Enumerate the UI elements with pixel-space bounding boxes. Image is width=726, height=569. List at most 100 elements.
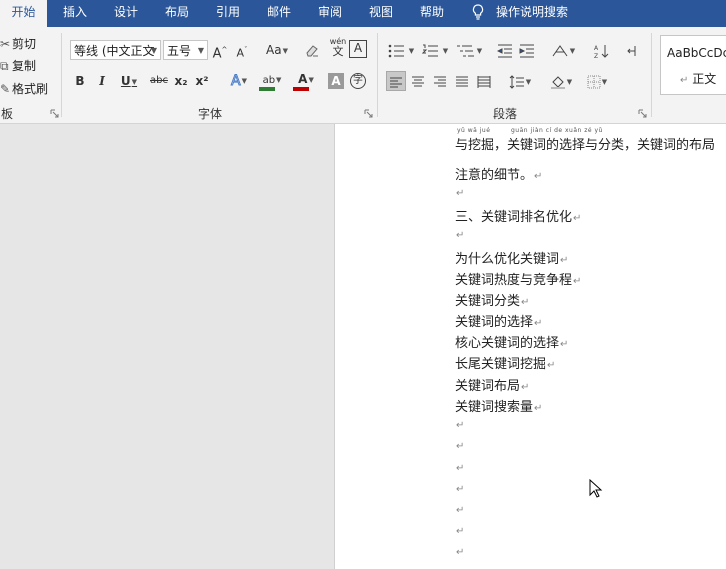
highlight-color-button[interactable]: ab▼ bbox=[257, 69, 287, 91]
chinese-layout-button[interactable]: ▼ bbox=[548, 40, 578, 60]
phonetic-guide-button[interactable]: wén 文 bbox=[328, 37, 348, 63]
document-line[interactable]: 关键词搜索量↵ bbox=[455, 396, 542, 415]
document-line[interactable]: ↵ bbox=[455, 227, 464, 242]
font-name-select[interactable]: 等线 (中文正文 ▼ bbox=[70, 40, 161, 60]
line-text: 三、关键词排名优化 bbox=[455, 210, 573, 225]
clipboard-launcher-icon[interactable] bbox=[50, 109, 59, 118]
svg-text:A: A bbox=[594, 45, 599, 52]
document-line[interactable]: 关键词热度与竞争程↵ bbox=[455, 269, 581, 288]
increase-indent-button[interactable] bbox=[518, 40, 536, 60]
paragraph-mark-icon bbox=[627, 45, 636, 56]
align-right-button[interactable] bbox=[430, 71, 450, 91]
tab-view[interactable]: 视图 bbox=[361, 0, 401, 27]
paragraph-mark-icon: ↵ bbox=[534, 318, 543, 329]
tell-me-search[interactable]: 操作说明搜索 bbox=[496, 0, 576, 27]
chevron-down-icon: ▼ bbox=[476, 46, 483, 55]
paragraph-mark-icon: ↵ bbox=[456, 463, 465, 474]
justify-button[interactable] bbox=[452, 71, 472, 91]
paragraph-mark-icon: ↵ bbox=[456, 420, 465, 431]
document-line[interactable]: ↵ bbox=[455, 544, 464, 559]
multilevel-list-button[interactable]: ▼ bbox=[454, 40, 484, 60]
paragraph-mark-icon: ↵ bbox=[456, 484, 465, 495]
shrink-font-button[interactable]: Aˇ bbox=[234, 40, 250, 60]
chevron-down-icon: ▼ bbox=[569, 46, 576, 55]
font-color-button[interactable]: A▼ bbox=[292, 69, 320, 91]
cut-button[interactable]: ✂ 剪切 bbox=[0, 35, 36, 52]
tab-mailings[interactable]: 邮件 bbox=[259, 0, 299, 27]
chevron-down-icon: ▼ bbox=[276, 75, 282, 84]
document-line[interactable]: 关键词布局↵ bbox=[455, 375, 529, 394]
align-center-button[interactable] bbox=[408, 71, 428, 91]
tab-references[interactable]: 引用 bbox=[208, 0, 248, 27]
superscript-button[interactable]: x² bbox=[193, 71, 211, 91]
chevron-down-icon: ▼ bbox=[241, 77, 247, 85]
line-spacing-button[interactable]: ▼ bbox=[505, 71, 535, 91]
document-margin-area bbox=[0, 124, 334, 569]
paragraph-mark-icon: ↵ bbox=[456, 230, 465, 241]
font-color-swatch bbox=[293, 87, 309, 91]
shading-button[interactable]: ▼ bbox=[546, 71, 576, 91]
chevron-down-icon: ▼ bbox=[197, 46, 204, 55]
document-line[interactable]: 三、关键词排名优化↵ bbox=[455, 206, 581, 225]
document-line[interactable]: 为什么优化关键词↵ bbox=[455, 248, 568, 267]
document-line[interactable]: 核心关键词的选择↵ bbox=[455, 332, 568, 351]
bold-button[interactable]: B bbox=[72, 71, 88, 91]
change-case-button[interactable]: Aa▼ bbox=[262, 40, 292, 60]
document-line[interactable]: 关键词分类↵ bbox=[455, 290, 529, 309]
copy-button[interactable]: ⧉ 复制 bbox=[0, 57, 36, 74]
document-page[interactable]: yǔ wā jué guān jiàn cí de xuǎn zé yǔ 与挖掘… bbox=[334, 124, 726, 569]
document-line[interactable]: ↵ bbox=[455, 523, 464, 538]
paragraph-launcher-icon[interactable] bbox=[638, 109, 647, 118]
enclose-characters-button[interactable]: 字 bbox=[349, 71, 367, 91]
highlight-color-swatch bbox=[259, 87, 275, 91]
justify-icon bbox=[456, 76, 468, 86]
tab-insert[interactable]: 插入 bbox=[55, 0, 95, 27]
multilevel-list-icon bbox=[456, 45, 474, 56]
chevron-down-icon: ▼ bbox=[308, 75, 314, 84]
numbering-button[interactable]: ▼ bbox=[420, 40, 450, 60]
decrease-indent-button[interactable] bbox=[496, 40, 514, 60]
tab-review[interactable]: 审阅 bbox=[310, 0, 350, 27]
document-line[interactable]: ↵ bbox=[455, 502, 464, 517]
italic-button[interactable]: I bbox=[94, 71, 110, 91]
text-effects-button[interactable]: A▼ bbox=[226, 71, 252, 91]
format-painter-button[interactable]: ✎ 格式刷 bbox=[0, 80, 48, 97]
tab-design[interactable]: 设计 bbox=[106, 0, 146, 27]
document-line[interactable]: 与挖掘，关键词的选择与分类，关键词的布局 bbox=[455, 134, 715, 153]
bullets-button[interactable]: ▼ bbox=[386, 40, 416, 60]
align-left-button[interactable] bbox=[386, 71, 406, 91]
lightbulb-icon[interactable] bbox=[472, 4, 484, 20]
tab-home[interactable]: 开始 bbox=[0, 0, 47, 27]
sort-button[interactable]: AZ bbox=[592, 40, 610, 60]
tab-layout[interactable]: 布局 bbox=[157, 0, 197, 27]
style-normal[interactable]: ↵ 正文 bbox=[679, 70, 716, 87]
font-launcher-icon[interactable] bbox=[364, 109, 373, 118]
document-line[interactable]: ↵ bbox=[455, 185, 464, 200]
character-border-button[interactable]: A bbox=[349, 40, 367, 58]
tab-help[interactable]: 帮助 bbox=[412, 0, 452, 27]
paragraph-mark-icon: ↵ bbox=[560, 255, 569, 266]
subscript-button[interactable]: x₂ bbox=[172, 71, 190, 91]
strikethrough-button[interactable]: abc bbox=[148, 71, 170, 91]
font-group-label: 字体 bbox=[197, 107, 222, 121]
line-text: 注意的细节。 bbox=[455, 168, 534, 183]
borders-button[interactable]: ▼ bbox=[582, 71, 612, 91]
outdent-icon bbox=[497, 44, 512, 57]
document-line[interactable]: ↵ bbox=[455, 481, 464, 496]
paragraph-group-label: 段落 bbox=[492, 107, 517, 121]
character-shading-button[interactable]: A bbox=[328, 73, 344, 89]
styles-gallery[interactable]: AaBbCcDc ↵ 正文 bbox=[660, 35, 726, 95]
font-size-select[interactable]: 五号 ▼ bbox=[163, 40, 208, 60]
document-line[interactable]: 注意的细节。↵ bbox=[455, 164, 542, 183]
underline-button[interactable]: U▼ bbox=[116, 71, 142, 91]
document-line[interactable]: ↵ bbox=[455, 438, 464, 453]
clear-formatting-button[interactable] bbox=[304, 40, 322, 60]
show-hide-marks-button[interactable] bbox=[624, 40, 640, 60]
document-line[interactable]: 关键词的选择↵ bbox=[455, 311, 542, 330]
document-line[interactable]: 长尾关键词挖掘↵ bbox=[455, 353, 555, 372]
document-line[interactable]: ↵ bbox=[455, 460, 464, 475]
distributed-button[interactable] bbox=[474, 71, 494, 91]
grow-font-button[interactable]: A^ bbox=[212, 40, 228, 61]
svg-text:Z: Z bbox=[594, 53, 598, 59]
document-line[interactable]: ↵ bbox=[455, 417, 464, 432]
